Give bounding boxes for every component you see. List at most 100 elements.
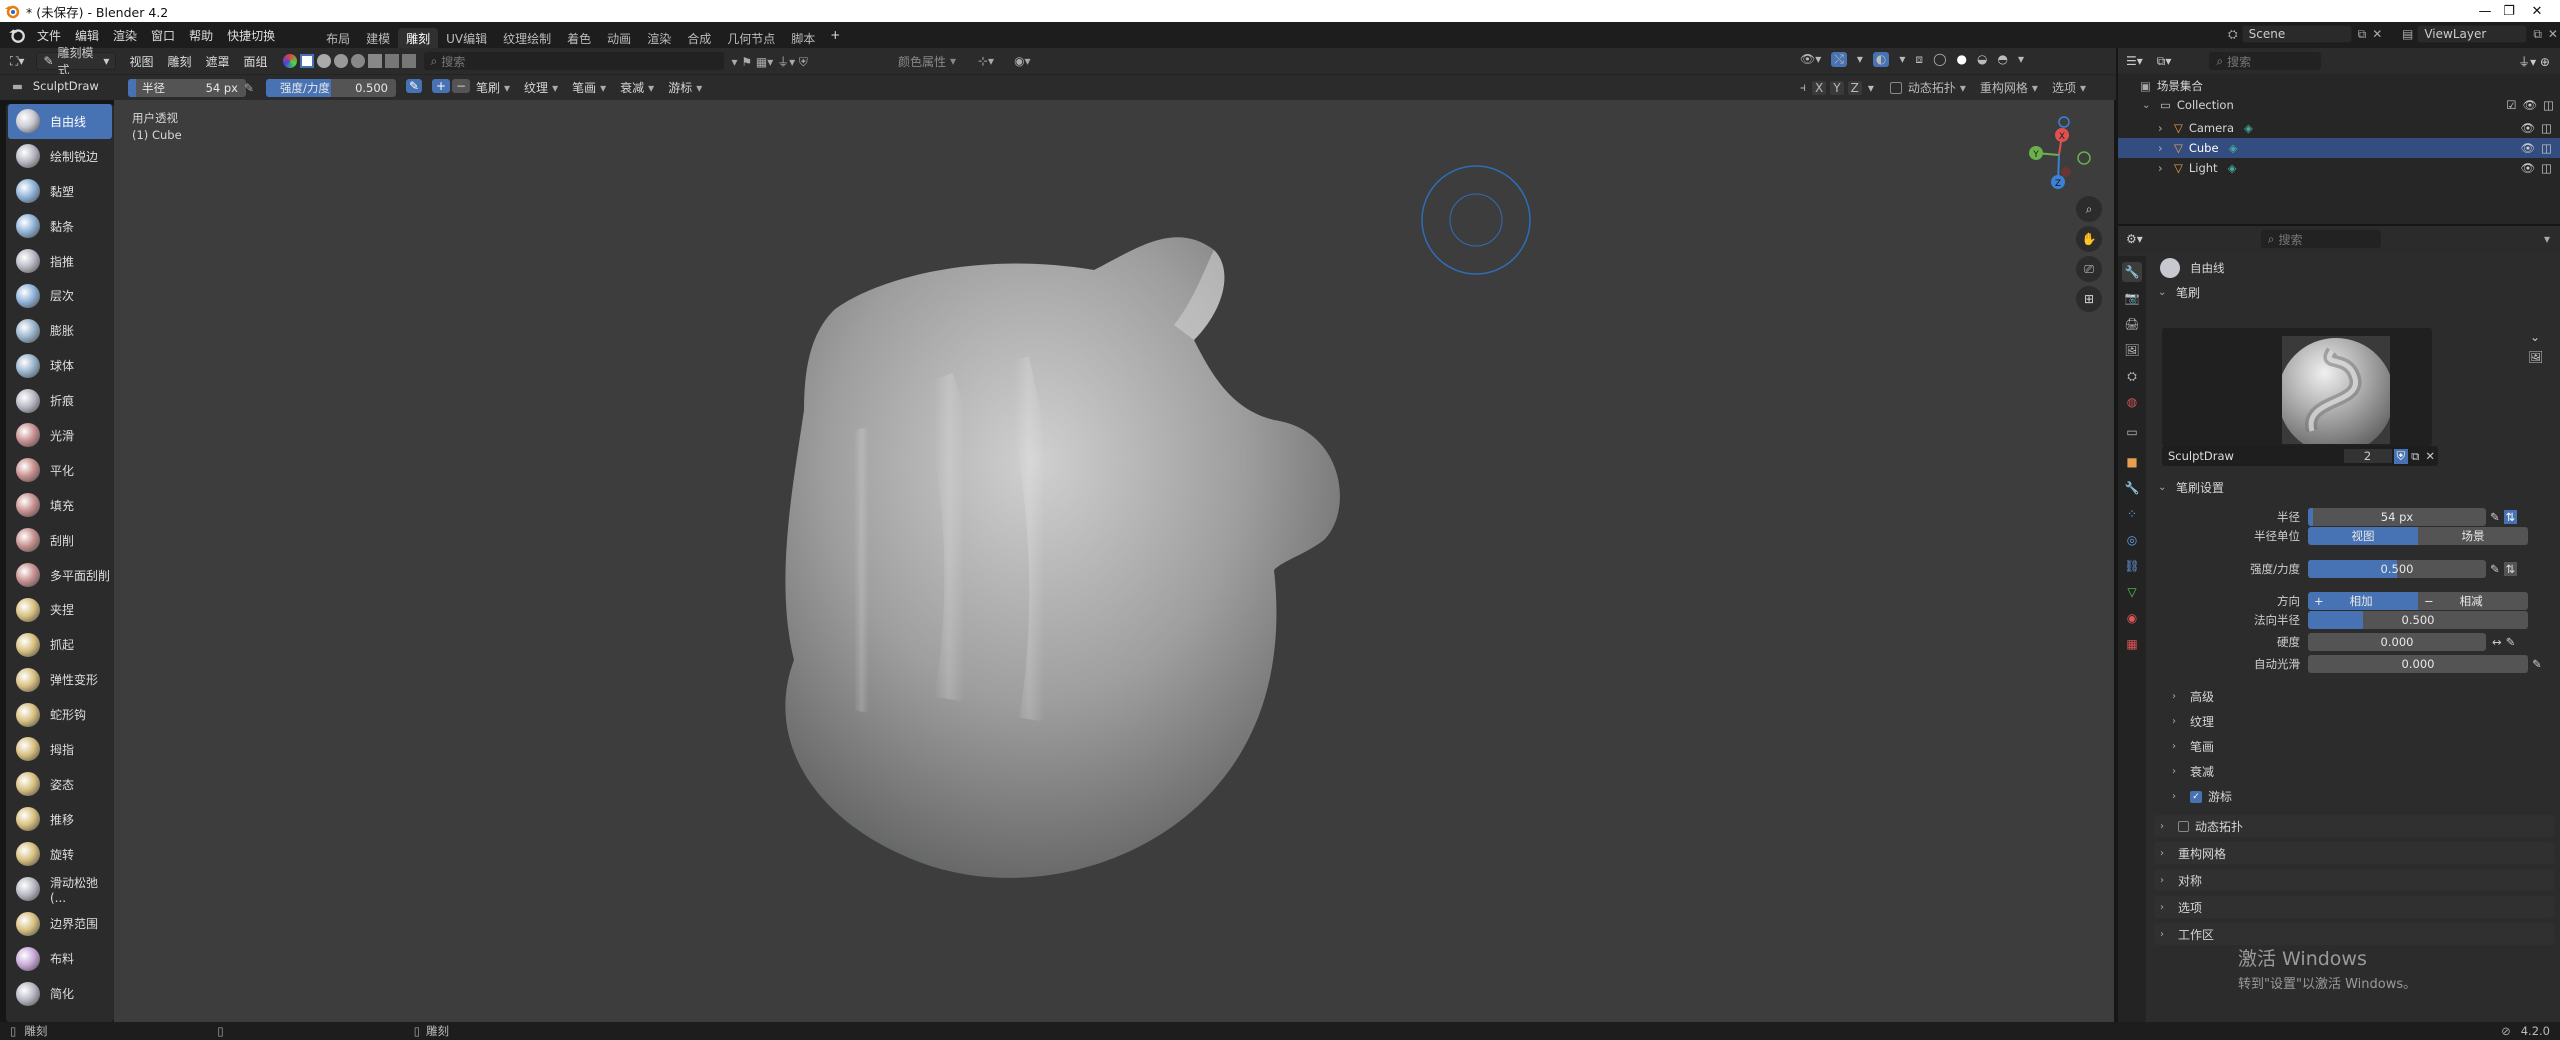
new-scene-icon[interactable]: ⧉ (2358, 27, 2367, 42)
xray-icon[interactable]: ⧈ (1915, 52, 1923, 67)
section-header[interactable]: › 动态拓扑 (2154, 815, 2554, 837)
subpanel-header[interactable]: › ✓ 游标 (2172, 788, 2232, 805)
tool-header-right-menu[interactable]: 重构网格 ▾ (1980, 79, 2038, 96)
radius-unit-scene-button[interactable]: 场景 (2418, 527, 2528, 545)
tool-button[interactable]: 折痕 (8, 383, 112, 418)
tab-particles-icon[interactable]: ⁘ (2122, 504, 2142, 524)
radius-pen-icon[interactable]: ✎ (2490, 510, 2500, 524)
strength-field[interactable]: 强度/力度 0.500 (266, 79, 396, 97)
render-camera-icon[interactable]: ◫ (2541, 121, 2552, 135)
radius-pressure-icon[interactable]: ⇅ (2503, 510, 2518, 524)
direction-add-toggle[interactable]: + 相加 (2308, 592, 2418, 610)
expand-icon[interactable] (333, 54, 348, 68)
tab-material-icon[interactable]: ◉ (2122, 608, 2142, 628)
tool-header-menu[interactable]: 笔刷 ▾ (476, 79, 510, 96)
color-attribute-label[interactable]: 颜色属性 (898, 53, 946, 70)
workspace-tab[interactable]: 几何节点 (719, 28, 783, 48)
tool-button[interactable]: 布料 (8, 941, 112, 976)
outliner-row[interactable]: › ▽ Light ◈ 👁 ◫ (2118, 158, 2560, 178)
subpanel-header[interactable]: › 笔画 (2172, 738, 2214, 755)
hardness-pen-icon[interactable]: ✎ (2506, 635, 2516, 649)
symmetry-axis-toggle[interactable]: X (1812, 80, 1827, 95)
color-filter-icon[interactable] (282, 54, 297, 68)
filter-icon[interactable]: ⏚▾ ⊕ (2518, 53, 2550, 70)
editor-type-icon[interactable]: ⛶▾ (10, 54, 24, 69)
close-window-button[interactable]: ✕ (2514, 0, 2560, 22)
menu-item[interactable]: 帮助 (182, 22, 220, 48)
tool-header-right-menu[interactable]: 动态拓扑 ▾ (1908, 79, 1966, 96)
outliner-row[interactable]: › ▽ Camera ◈ 👁 ◫ (2118, 118, 2560, 138)
color-attr-dropdown-icon[interactable]: ▾ (950, 54, 956, 68)
tool-button[interactable]: 指推 (8, 244, 112, 279)
auto-smooth-pen-icon[interactable]: ✎ (2532, 657, 2542, 671)
workspace-tab[interactable]: 着色 (559, 28, 599, 48)
brush-panel-title[interactable]: 笔刷 (2176, 284, 2200, 301)
tool-button[interactable]: 黏条 (8, 209, 112, 244)
render-camera-icon[interactable]: ◫ (2541, 141, 2552, 155)
outliner-row[interactable]: › ▽ Cube ◈ 👁 ◫ (2118, 138, 2560, 158)
viewport-menu-item[interactable]: 雕刻 (160, 48, 198, 74)
brush-preview-box[interactable] (2162, 328, 2432, 446)
tool-button[interactable]: 黏塑 (8, 174, 112, 209)
axis-gizmo[interactable]: X Y Z (2014, 110, 2104, 200)
tool-header-menu[interactable]: 衰减 ▾ (620, 79, 654, 96)
normal-radius-slider[interactable]: 0.500 (2308, 611, 2528, 629)
viewlayer-field[interactable]: ViewLayer (2417, 25, 2528, 43)
brush-users-count[interactable]: 2 (2343, 449, 2392, 463)
tab-view-layer-icon[interactable]: 🖼 (2122, 340, 2142, 360)
expand-chevron-icon[interactable]: › (2158, 161, 2168, 175)
hardness-invert-icon[interactable]: ↔ (2492, 635, 2502, 649)
tool-button[interactable]: 推移 (8, 802, 112, 837)
cursor-enabled-checkbox[interactable]: ✓ (2190, 790, 2202, 803)
box-icon[interactable] (367, 54, 382, 68)
tab-scene-icon[interactable]: ⛭ (2122, 366, 2142, 386)
tab-modifier-icon[interactable]: 🔧 (2122, 478, 2142, 498)
bookmark-icon[interactable]: ▾ ⚑ ▦▾ ⏚▾ ⛨ (732, 53, 808, 70)
viewport-menu-item[interactable]: 遮罩 (198, 48, 236, 74)
dyntopo-checkbox[interactable] (2178, 820, 2189, 832)
viewport-menu-item[interactable]: 面组 (236, 48, 274, 74)
workspace-tab[interactable]: 脚本 (783, 28, 823, 48)
workspace-tab[interactable]: 动画 (599, 28, 639, 48)
workspace-tab[interactable]: 建模 (358, 28, 398, 48)
add-workspace-button[interactable]: + (823, 22, 847, 48)
scene-collection-label[interactable]: 场景集合 (2157, 78, 2203, 94)
tool-button[interactable]: 球体 (8, 348, 112, 383)
radius-slider[interactable]: 54 px (2308, 508, 2486, 526)
visibility-eye-icon[interactable]: 👁 (2521, 161, 2536, 175)
tool-button[interactable]: 刮削 (8, 523, 112, 558)
tab-data-icon[interactable]: ▽ (2122, 582, 2142, 602)
direction-add-button[interactable]: + (432, 79, 451, 93)
sculpt-mesh[interactable] (114, 100, 2114, 1022)
render-camera-icon[interactable]: ◫ (2543, 98, 2554, 112)
tool-button[interactable]: 绘制锐边 (8, 139, 112, 174)
shading-material-icon[interactable]: ◒ (1977, 52, 1987, 67)
tab-physics-icon[interactable]: ◎ (2122, 530, 2142, 550)
lasso-icon[interactable] (401, 54, 416, 68)
3d-viewport[interactable]: 用户透视 (1) Cube X Y Z (114, 100, 2114, 1022)
brush-settings-chevron-icon[interactable]: ⌄ (2158, 482, 2168, 493)
blender-menu-icon[interactable] (8, 26, 26, 44)
object-data-icon[interactable]: ◈ (2244, 121, 2253, 135)
tab-collection-icon[interactable]: ▭ (2122, 422, 2142, 442)
workspace-tab[interactable]: 合成 (679, 28, 719, 48)
workspace-tab[interactable]: UV编辑 (438, 28, 495, 48)
overlay-dropdown-icon[interactable]: ▾ (1899, 52, 1905, 67)
tab-render-icon[interactable]: 📷 (2122, 288, 2142, 308)
radius-unit-view-button[interactable]: 视图 (2308, 527, 2418, 545)
shading-solid-icon[interactable]: ● (1957, 52, 1967, 67)
tool-button[interactable]: 蛇形钩 (8, 697, 112, 732)
outliner-editor-icon[interactable]: ☰▾ (2126, 54, 2143, 68)
tab-constraints-icon[interactable]: ⛓ (2122, 556, 2142, 576)
tool-button[interactable]: 抓起 (8, 627, 112, 662)
tool-header-menu[interactable]: 游标 ▾ (668, 79, 702, 96)
tab-object-icon[interactable]: ■ (2122, 452, 2142, 472)
tool-button[interactable]: 平化 (8, 453, 112, 488)
visibility-eye-icon[interactable]: 👁 (2521, 141, 2536, 155)
workspace-tab[interactable]: 雕刻 (398, 28, 439, 48)
section-header[interactable]: › 工作区 (2154, 923, 2554, 945)
perspective-grid-icon[interactable]: ⊞ (2076, 286, 2102, 312)
symmetry-axis-toggle[interactable]: Y (1830, 80, 1844, 95)
tool-button[interactable]: 旋转 (8, 837, 112, 872)
symmetry-axis-toggle[interactable]: Z (1847, 80, 1862, 95)
